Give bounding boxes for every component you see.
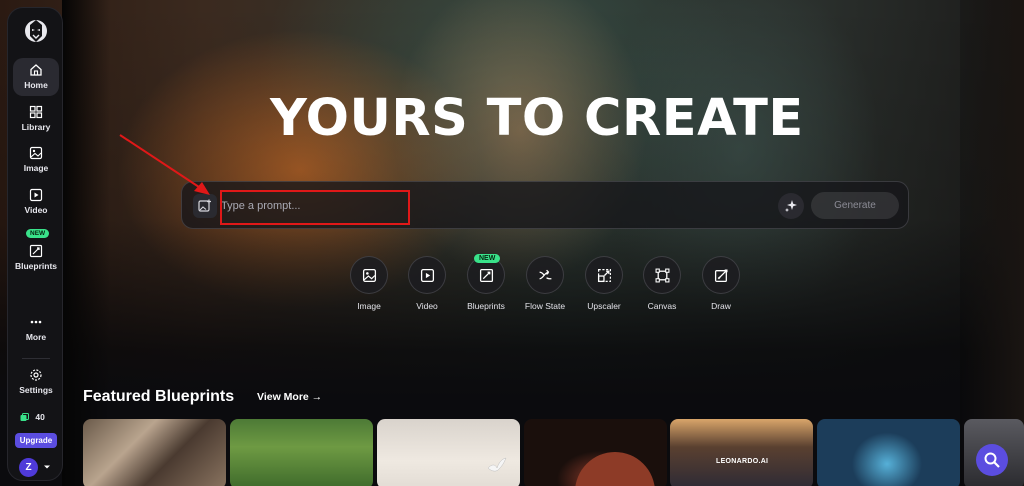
tool-button[interactable] [643,256,681,294]
sidebar-item-more[interactable]: More [13,310,59,348]
token-count: 40 [35,412,45,422]
page: Home Library Image Video NEW Blueprints … [0,0,1024,486]
tool-label: Flow State [524,301,566,311]
tool-blueprints[interactable]: Blueprints [458,256,514,316]
image-icon [362,268,377,283]
generate-button[interactable]: Generate [811,192,899,219]
hero-headline: YOURS TO CREATE [270,89,804,148]
new-badge: NEW [474,254,501,263]
sidebar-item-label: More [25,332,47,342]
sidebar-item-settings[interactable]: Settings [13,363,59,401]
sidebar-item-label: Home [24,80,48,90]
tool-label: Canvas [647,301,677,311]
dove-image [487,457,507,472]
more-icon [30,320,42,324]
sidebar-item-label: Video [24,205,48,215]
token-balance: 40 [20,412,54,424]
tool-canvas[interactable]: Canvas [634,256,690,316]
grid-icon [29,105,43,119]
sidebar-divider [22,358,50,359]
flow-icon [539,269,552,280]
annotation-arrow-icon [119,134,210,195]
tool-button[interactable] [408,256,446,294]
leonardo-logo-icon[interactable] [24,17,48,45]
gear-icon [30,369,42,381]
sidebar-item-label: Blueprints [14,261,58,271]
tool-button[interactable] [585,256,623,294]
tool-flow-state[interactable]: Flow State [517,256,573,316]
blueprint-icon [479,268,494,283]
home-icon [30,64,42,76]
tool-draw[interactable]: Draw [693,256,749,316]
image-icon [29,146,43,160]
view-more-link[interactable]: View More → [257,391,322,403]
tool-label: Draw [711,301,731,311]
sidebar-item-image[interactable]: Image [13,141,59,179]
tool-button[interactable] [702,256,740,294]
sidebar-item-home[interactable]: Home [13,58,59,96]
tool-video[interactable]: Video [399,256,455,316]
sidebar-item-label: Image [23,163,49,173]
featured-blueprints-title: Featured Blueprints [83,388,235,405]
blueprint-card[interactable]: LEONARDO.AI [670,419,813,486]
new-badge: NEW [26,229,50,238]
video-icon [420,268,435,283]
sidebar-item-label: Library [21,122,51,132]
blueprint-icon [29,244,43,258]
hero-fade [0,0,1024,486]
prompt-enhance-button[interactable] [778,193,804,219]
token-icon [20,413,29,422]
tool-label: Image [357,301,381,311]
sidebar: Home Library Image Video NEW Blueprints … [7,7,63,481]
sparkle-icon [785,200,797,212]
tool-label: Blueprints [467,301,505,311]
tool-button[interactable] [526,256,564,294]
tool-label: Upscaler [587,301,621,311]
tool-upscaler[interactable]: Upscaler [576,256,632,316]
avatar[interactable]: Z [19,458,38,477]
video-icon [29,188,43,202]
sidebar-item-video[interactable]: Video [13,183,59,221]
tool-label: Video [416,301,438,311]
upgrade-button[interactable]: Upgrade [15,433,57,448]
tool-image[interactable]: Image [341,256,397,316]
blueprint-card[interactable] [817,419,960,486]
upscale-icon [597,269,611,283]
blueprint-card[interactable] [83,419,226,486]
blueprint-card[interactable] [230,419,373,486]
hero-edge-right [960,0,1024,486]
canvas-icon [655,268,670,283]
card-overlay-text: LEONARDO.AI [716,458,769,465]
sidebar-item-blueprints[interactable]: NEW Blueprints [13,229,59,277]
hero-edge-left [62,0,110,486]
sidebar-item-label: Settings [19,385,53,395]
draw-icon [714,269,728,283]
tool-button[interactable] [350,256,388,294]
annotation-highlight-box [220,190,410,225]
search-help-button[interactable] [976,444,1008,476]
chevron-down-icon[interactable] [43,463,51,471]
search-icon [984,452,1000,468]
sidebar-item-library[interactable]: Library [13,100,59,138]
